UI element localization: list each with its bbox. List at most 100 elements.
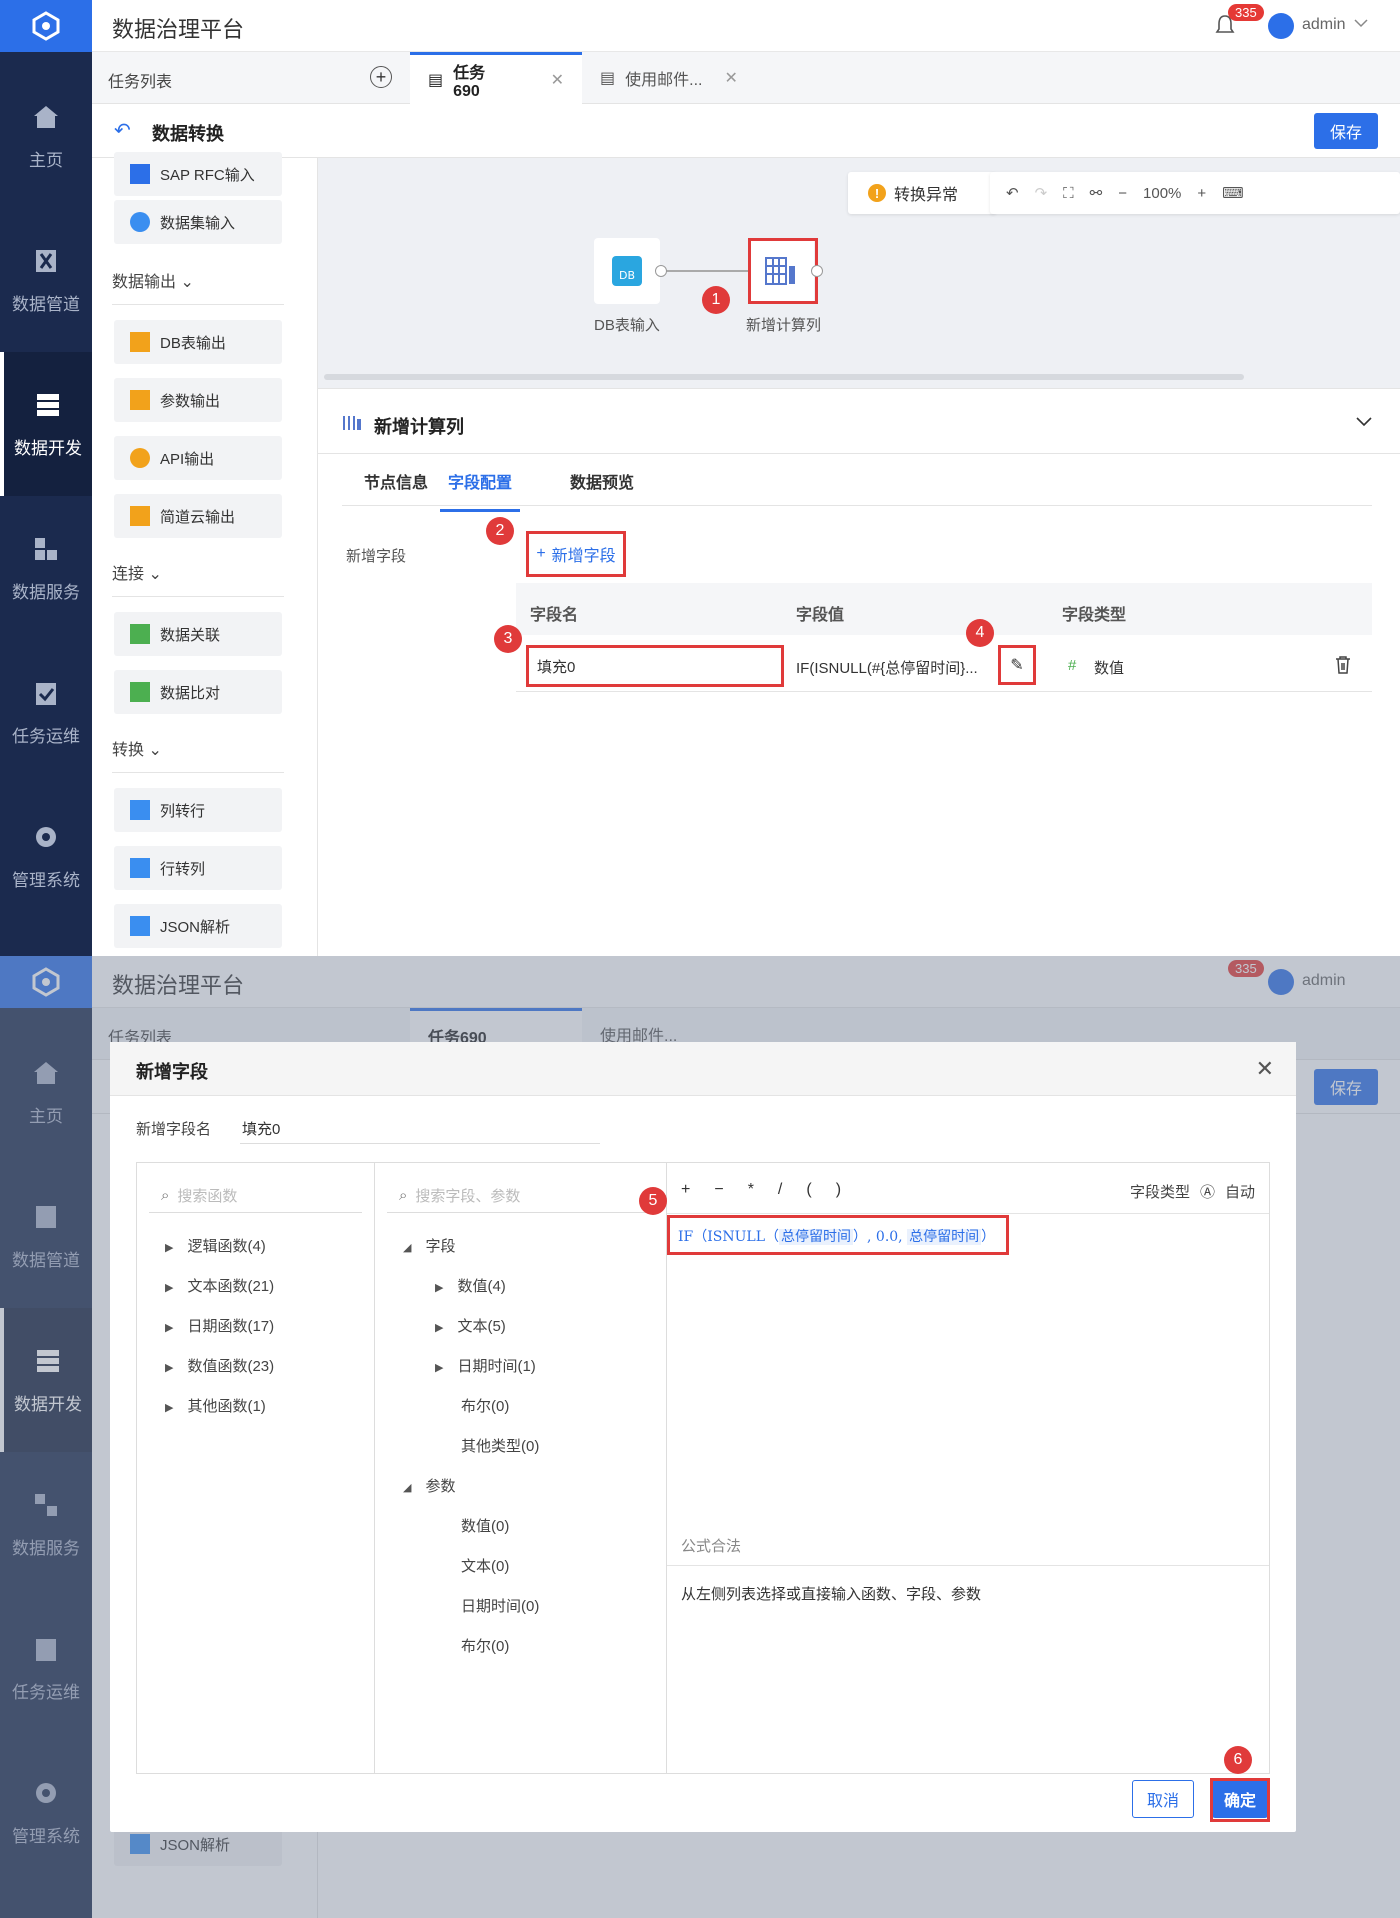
field-search-input[interactable]: ⌕ 搜索字段、参数 <box>387 1179 654 1213</box>
nav-service[interactable]: 数据服务 <box>0 496 92 640</box>
flow-canvas[interactable]: ! 转换异常 ↶ ↷ ⛶ ⚯ − 100% + ⌨ DB DB表输入 新增计算列 … <box>318 158 1400 388</box>
function-search-input[interactable]: ⌕ 搜索函数 <box>149 1179 362 1213</box>
field-type-node[interactable]: 布尔(0) <box>461 1395 509 1416</box>
close-icon[interactable]: ✕ <box>551 70 564 90</box>
sap-icon <box>130 164 150 184</box>
component-dataset-input[interactable]: 数据集输入 <box>114 200 282 244</box>
add-field-button-label: 新增字段 <box>551 548 616 565</box>
component-label: 行转列 <box>160 860 206 878</box>
component-sap-rfc[interactable]: SAP RFC输入 <box>114 152 282 196</box>
back-icon[interactable]: ↶ <box>114 118 131 143</box>
component-col-to-row[interactable]: 列转行 <box>114 788 282 832</box>
field-type-node[interactable]: ▶ 数值(4) <box>435 1275 506 1296</box>
op-rparen[interactable]: ) <box>836 1181 841 1199</box>
op-minus[interactable]: − <box>714 1181 723 1199</box>
highlight-box <box>1210 1778 1270 1822</box>
horizontal-scrollbar[interactable] <box>324 374 1244 380</box>
redo-icon[interactable]: ↷ <box>1035 184 1048 202</box>
keyboard-icon[interactable]: ⌨ <box>1222 184 1244 202</box>
field-type-node[interactable]: ▶ 文本(5) <box>435 1315 506 1336</box>
close-icon[interactable]: ✕ <box>1256 1056 1274 1082</box>
op-plus[interactable]: + <box>681 1181 690 1199</box>
nav-admin[interactable]: 管理系统 <box>0 784 92 928</box>
step-marker: 4 <box>966 619 994 647</box>
tab-email[interactable]: ▤ 使用邮件... ✕ <box>582 52 762 104</box>
nav-pipeline[interactable]: 数据管道 <box>0 208 92 352</box>
op-lparen[interactable]: ( <box>806 1181 811 1199</box>
op-divide[interactable]: / <box>778 1181 782 1199</box>
zoom-in-icon[interactable]: + <box>1197 185 1206 202</box>
tab-data-preview[interactable]: 数据预览 <box>570 469 634 493</box>
trash-icon[interactable] <box>1334 655 1352 675</box>
func-category[interactable]: ▶ 逻辑函数(4) <box>165 1235 266 1256</box>
pencil-icon: ✎ <box>1010 657 1024 674</box>
search-icon: ⌕ <box>161 1187 170 1204</box>
step-marker: 1 <box>702 286 730 314</box>
tab-task690[interactable]: ▤ 任务690 ✕ <box>410 52 582 104</box>
chevron-down-icon[interactable] <box>1356 417 1372 427</box>
caret-right-icon: ▶ <box>165 1322 174 1334</box>
component-label: SAP RFC输入 <box>160 166 255 184</box>
add-field-button[interactable]: + 新增字段 <box>526 531 626 577</box>
nav-label: 数据管道 <box>12 294 80 314</box>
tab-node-info[interactable]: 节点信息 <box>364 469 428 493</box>
page-title: 数据转换 <box>152 124 224 144</box>
param-type-node[interactable]: 布尔(0) <box>461 1635 509 1656</box>
nav-dev[interactable]: 数据开发 <box>0 352 92 496</box>
formula-text: ）, 0.0, <box>853 1229 908 1245</box>
formula-field-chip[interactable]: 总停留时间 <box>907 1229 982 1245</box>
edit-formula-button[interactable]: ✎ <box>998 645 1036 685</box>
func-category[interactable]: ▶ 文本函数(21) <box>165 1275 274 1296</box>
close-icon[interactable]: ✕ <box>724 68 737 88</box>
port[interactable] <box>811 265 823 277</box>
avatar[interactable] <box>1268 13 1294 39</box>
component-panel: SAP RFC输入 数据集输入 数据输出 ⌄ DB表输出 参数输出 API输出 … <box>92 152 318 956</box>
component-api-output[interactable]: API输出 <box>114 436 282 480</box>
nav-ops[interactable]: 任务运维 <box>0 640 92 784</box>
chevron-down-icon[interactable] <box>1354 18 1368 28</box>
port[interactable] <box>655 265 667 277</box>
field-type-node[interactable]: ▶ 日期时间(1) <box>435 1355 536 1376</box>
tree-label: 文本(5) <box>457 1318 506 1335</box>
section-transform[interactable]: 转换 ⌄ <box>112 736 162 760</box>
section-label: 数据输出 <box>112 274 177 291</box>
param-type-node[interactable]: 日期时间(0) <box>461 1595 539 1616</box>
field-type-node[interactable]: 其他类型(0) <box>461 1435 539 1456</box>
field-name-input[interactable]: 填充0 <box>526 645 784 687</box>
nav-home[interactable]: 主页 <box>0 64 92 208</box>
param-type-node[interactable]: 文本(0) <box>461 1555 509 1576</box>
section-join[interactable]: 连接 ⌄ <box>112 560 162 584</box>
caret-right-icon: ▶ <box>165 1242 174 1254</box>
param-type-node[interactable]: 数值(0) <box>461 1515 509 1536</box>
nav-label: 管理系统 <box>12 870 80 890</box>
node-db-input[interactable]: DB <box>594 238 660 304</box>
component-db-output[interactable]: DB表输出 <box>114 320 282 364</box>
field-name-input[interactable]: 填充0 <box>240 1112 600 1144</box>
tree-root-fields[interactable]: ◢ 字段 <box>403 1235 455 1256</box>
component-json-parse[interactable]: JSON解析 <box>114 904 282 948</box>
fit-view-icon[interactable]: ⛶ <box>1063 185 1074 202</box>
func-category[interactable]: ▶ 其他函数(1) <box>165 1395 266 1416</box>
cancel-button[interactable]: 取消 <box>1132 1780 1194 1818</box>
op-multiply[interactable]: * <box>748 1181 754 1199</box>
tree-root-params[interactable]: ◢ 参数 <box>403 1475 455 1496</box>
zoom-out-icon[interactable]: − <box>1118 185 1127 202</box>
func-category[interactable]: ▶ 日期函数(17) <box>165 1315 274 1336</box>
add-tab-icon[interactable]: + <box>370 66 392 88</box>
undo-icon[interactable]: ↶ <box>1006 184 1019 202</box>
user-name[interactable]: admin <box>1302 16 1346 34</box>
formula-field-chip[interactable]: 总停留时间 <box>779 1229 854 1245</box>
component-jdy-output[interactable]: 简道云输出 <box>114 494 282 538</box>
component-data-join[interactable]: 数据关联 <box>114 612 282 656</box>
formula-input[interactable]: IF（ISNULL（ 总停留时间）, 0.0, 总停留时间） <box>667 1215 1009 1255</box>
divider <box>112 304 284 305</box>
field-type-select[interactable]: 字段类型 Ⓐ 自动 <box>1130 1181 1255 1202</box>
layout-icon[interactable]: ⚯ <box>1090 184 1103 202</box>
component-data-compare[interactable]: 数据比对 <box>114 670 282 714</box>
component-param-output[interactable]: 参数输出 <box>114 378 282 422</box>
func-category[interactable]: ▶ 数值函数(23) <box>165 1355 274 1376</box>
save-button[interactable]: 保存 <box>1314 113 1378 149</box>
error-indicator[interactable]: ! 转换异常 <box>848 172 996 214</box>
section-output[interactable]: 数据输出 ⌄ <box>112 268 194 292</box>
component-row-to-col[interactable]: 行转列 <box>114 846 282 890</box>
